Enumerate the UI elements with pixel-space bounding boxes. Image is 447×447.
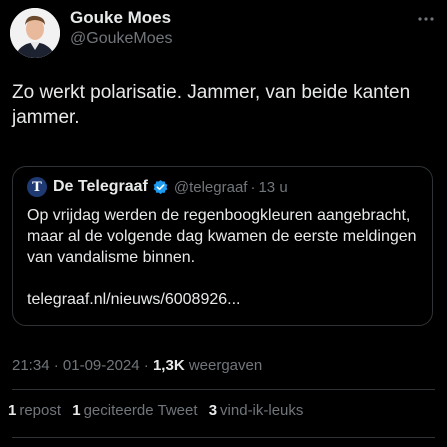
author-avatar-image <box>10 8 60 58</box>
quoted-tweet-time[interactable]: 13 u <box>258 179 287 196</box>
separator-dot: · <box>143 357 149 374</box>
quoted-author-handle[interactable]: @telegraaf <box>174 179 248 196</box>
divider <box>12 437 435 438</box>
quoted-tweet-link[interactable]: telegraaf.nl/nieuws/6008926... <box>27 291 240 309</box>
quoted-tweet-card[interactable]: T De Telegraaf @telegraaf · 13 u Op vrij… <box>12 166 433 326</box>
views-count: 1,3K <box>152 357 185 374</box>
quotes-count: 1 <box>72 402 81 419</box>
author-handle[interactable]: @GoukeMoes <box>70 30 173 48</box>
quoted-author-name[interactable]: De Telegraaf <box>53 178 148 196</box>
tweet-date[interactable]: 01-09-2024 <box>63 357 140 374</box>
quotes-stat[interactable]: 1 geciteerde Tweet <box>72 402 197 419</box>
separator-dot: · <box>53 357 59 374</box>
verified-badge-icon <box>152 179 169 196</box>
author-name[interactable]: Gouke Moes <box>70 8 171 28</box>
separator-dot: · <box>250 178 256 196</box>
quoted-tweet-text: Op vrijdag werden de regenboogkleuren aa… <box>27 207 417 266</box>
quoted-tweet-header: T De Telegraaf @telegraaf · 13 u <box>27 177 288 197</box>
tweet-time[interactable]: 21:34 <box>12 357 50 374</box>
likes-label: vind-ik-leuks <box>220 402 304 419</box>
engagement-stats: 1 repost 1 geciteerde Tweet 3 vind-ik-leuks <box>8 402 310 419</box>
telegraaf-logo[interactable]: T <box>27 177 47 197</box>
tweet-text: Zo werkt polarisatie. Jammer, van beide … <box>12 82 411 128</box>
quotes-label: geciteerde Tweet <box>83 402 198 419</box>
reposts-stat[interactable]: 1 repost <box>8 402 61 419</box>
author-avatar[interactable] <box>10 8 60 58</box>
divider <box>12 389 435 390</box>
more-icon[interactable] <box>417 10 435 33</box>
reposts-label: repost <box>19 402 62 419</box>
likes-count: 3 <box>208 402 218 419</box>
likes-stat[interactable]: 3 vind-ik-leuks <box>209 402 304 419</box>
reposts-count: 1 <box>8 402 17 419</box>
more-horizontal-icon <box>418 17 434 21</box>
views-label: weergaven <box>188 357 263 374</box>
tweet-metadata: 21:34 · 01-09-2024 · 1,3K weergaven <box>12 357 262 374</box>
